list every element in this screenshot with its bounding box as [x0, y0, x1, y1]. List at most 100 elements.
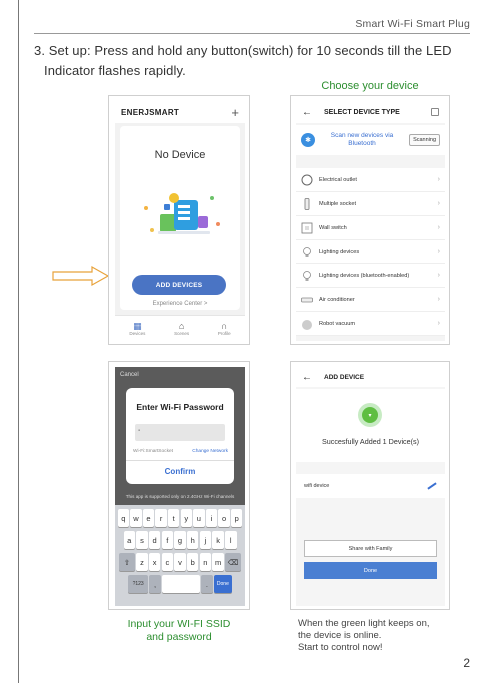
scanning-button[interactable]: Scanning — [409, 134, 440, 146]
tab-label: Scenes — [174, 331, 190, 336]
add-devices-button[interactable]: ADD DEVICES — [132, 275, 226, 295]
caption-online-line1: When the green light keeps on, — [298, 618, 430, 629]
keyboard-key[interactable]: t — [168, 509, 180, 527]
keyboard-key[interactable]: ⇧ — [119, 553, 135, 571]
device-type-row[interactable]: Lighting devices (bluetooth-enabled) › — [296, 264, 445, 288]
wifi-password-dialog: Enter Wi-Fi Password ▪ Wi-Fi:SmartSocket… — [126, 388, 234, 484]
keyboard-key[interactable]: o — [218, 509, 230, 527]
keyboard-key[interactable]: m — [212, 553, 224, 571]
keyboard-key[interactable]: j — [199, 531, 212, 549]
robot-vacuum-icon — [301, 318, 313, 330]
keyboard-key[interactable]: i — [205, 509, 218, 527]
change-network-link[interactable]: Change Network — [192, 449, 228, 454]
phone-screen: ← SELECT DEVICE TYPE ✱ Scan new devices … — [296, 101, 445, 341]
chevron-right-icon: › — [437, 224, 440, 231]
keyboard-key[interactable]: d — [148, 531, 161, 549]
chevron-right-icon: › — [437, 200, 440, 207]
keyboard-key[interactable]: w — [130, 509, 142, 527]
keyboard-row: ⇧ z x c v b n m ⌫ — [117, 553, 243, 571]
tab-scenes[interactable]: ⌂ Scenes — [174, 321, 189, 336]
screenshot-home: ENERJSMART + No Device ADD DEVICES Exper… — [108, 95, 250, 345]
app-bar: ← SELECT DEVICE TYPE — [296, 101, 445, 123]
keyboard-key[interactable]: x — [148, 553, 161, 571]
device-type-row[interactable]: Wall switch › — [296, 216, 445, 240]
experience-center-link[interactable]: Experience Center > — [120, 301, 240, 307]
grid-icon: ▦ — [133, 321, 142, 331]
keyboard-key[interactable]: u — [193, 509, 205, 527]
keyboard-key[interactable]: n — [199, 553, 212, 571]
period-key[interactable]: . — [201, 575, 213, 593]
added-device-row[interactable]: wifi device — [296, 474, 445, 498]
bluetooth-scan-row: ✱ Scan new devices via Bluetooth Scannin… — [296, 125, 445, 155]
outlet-icon — [301, 174, 313, 186]
keyboard-key[interactable]: p — [230, 509, 243, 527]
bluetooth-text-line1: Scan new devices via — [330, 132, 394, 139]
keyboard-key[interactable]: b — [186, 553, 199, 571]
keyboard-key[interactable]: r — [155, 509, 167, 527]
caption-online-line2: the device is online. — [298, 630, 382, 641]
support-note: This app is supported only on 2.4GHz Wi-… — [125, 494, 235, 499]
caption-wifi: Input your WI-FI SSID and password — [108, 618, 250, 644]
app-bar: ENERJSMART + — [115, 101, 245, 123]
password-input[interactable]: ▪ — [135, 424, 225, 441]
keyboard-key[interactable]: a — [123, 531, 135, 549]
keyboard-key[interactable]: l — [225, 531, 237, 549]
keyboard-key[interactable]: y — [180, 509, 192, 527]
edit-icon[interactable] — [427, 482, 437, 490]
cancel-link[interactable]: Cancel — [120, 372, 139, 378]
device-type-row[interactable]: Electrical outlet › — [296, 168, 445, 192]
keyboard-key[interactable]: e — [142, 509, 155, 527]
device-type-label: Wall switch — [319, 224, 347, 231]
tab-label: Devices — [129, 331, 146, 336]
back-arrow-icon[interactable]: ← — [302, 372, 312, 383]
keyboard-row: qwertyuiop — [117, 509, 243, 527]
device-type-list: Electrical outlet › Multiple socket › Wall… — [296, 168, 445, 336]
keyboard-key[interactable]: c — [161, 553, 174, 571]
keyboard-key[interactable]: ⌫ — [225, 553, 241, 571]
device-type-row[interactable]: Robot vacuum › — [296, 312, 445, 336]
app-brand: ENERJSMART — [121, 107, 180, 117]
success-area: ▾ Succesfully Added 1 Device(s) — [296, 389, 445, 462]
keyboard-key[interactable]: h — [186, 531, 199, 549]
tab-devices[interactable]: ▦ Devices — [129, 321, 145, 336]
power-strip-icon — [301, 197, 313, 210]
done-button[interactable]: Done — [304, 562, 437, 579]
caption-wifi-line2: and password — [146, 631, 212, 643]
device-name: wifi device — [304, 483, 330, 489]
keyboard-key[interactable]: f — [161, 531, 174, 549]
arrow-right-icon — [52, 265, 110, 287]
device-type-label: Air conditioner — [319, 296, 355, 303]
screen-title: ADD DEVICE — [324, 373, 365, 381]
chevron-right-icon: › — [437, 296, 440, 303]
keyboard-key[interactable]: k — [212, 531, 224, 549]
device-type-row[interactable]: Air conditioner › — [296, 288, 445, 312]
scan-qr-icon[interactable] — [431, 108, 439, 116]
device-type-row[interactable]: Lighting devices › — [296, 240, 445, 264]
back-arrow-icon[interactable]: ← — [302, 107, 312, 118]
add-icon[interactable]: + — [231, 105, 239, 120]
done-key[interactable]: Done — [213, 575, 232, 593]
share-with-family-button[interactable]: Share with Family — [304, 540, 437, 557]
caption-online: When the green light keeps on, the devic… — [298, 618, 478, 654]
device-type-row[interactable]: Multiple socket › — [296, 192, 445, 216]
air-conditioner-icon — [301, 294, 313, 306]
tab-profile[interactable]: ∩ Profile — [218, 321, 231, 336]
device-type-label: Lighting devices — [319, 248, 360, 255]
bluetooth-icon: ✱ — [301, 133, 315, 147]
keyboard-key[interactable]: v — [174, 553, 186, 571]
empty-state-card: No Device ADD DEVICES Experience Center … — [120, 126, 240, 310]
confirm-button[interactable]: Confirm — [126, 467, 234, 476]
space-key[interactable] — [162, 575, 200, 593]
phone-screen: ← ADD DEVICE ▾ Succesfully Added 1 Devic… — [296, 367, 445, 606]
keyboard-key[interactable]: g — [174, 531, 186, 549]
chevron-right-icon: › — [437, 320, 440, 327]
bulb-icon — [301, 246, 313, 258]
devices-illustration — [144, 193, 220, 234]
comma-key[interactable]: , — [149, 575, 161, 593]
numbers-key[interactable]: ?123 — [128, 575, 149, 593]
bottom-tab-bar: ▦ Devices ⌂ Scenes ∩ Profile — [115, 315, 245, 341]
choose-device-caption: Choose your device — [321, 80, 419, 92]
keyboard-key[interactable]: q — [117, 509, 130, 527]
keyboard-key[interactable]: s — [136, 531, 148, 549]
keyboard-key[interactable]: z — [136, 553, 148, 571]
